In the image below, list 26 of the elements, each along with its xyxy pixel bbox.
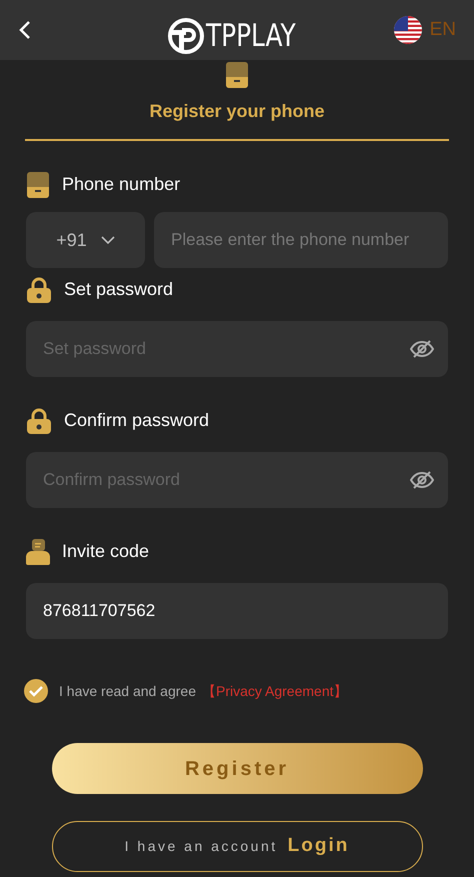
- invite-code-field[interactable]: 876811707562: [26, 583, 448, 639]
- login-button[interactable]: I have an account Login: [52, 821, 422, 872]
- field-label: Invite code: [62, 540, 150, 563]
- phone-icon: [26, 172, 50, 198]
- account-prompt-text: I have an account: [124, 837, 278, 856]
- eye-off-icon[interactable]: [410, 470, 434, 490]
- back-icon[interactable]: [18, 20, 32, 40]
- login-link[interactable]: Login: [288, 832, 350, 861]
- eye-off-icon[interactable]: [410, 339, 434, 359]
- flag-icon[interactable]: [394, 16, 422, 44]
- country-code-dropdown[interactable]: +91: [26, 212, 145, 268]
- chevron-down-icon: [100, 236, 115, 244]
- field-label: Set password: [64, 278, 174, 301]
- logo-text: TPPLAY: [206, 17, 296, 56]
- field-label: Confirm password: [64, 409, 210, 432]
- lock-icon: [26, 276, 52, 302]
- agree-checkbox[interactable]: [24, 679, 48, 703]
- check-icon: [29, 685, 43, 697]
- agreement-text: I have read and agree: [59, 682, 196, 701]
- logo-icon: [168, 18, 204, 54]
- lock-icon: [26, 408, 52, 434]
- phone-number-input[interactable]: Please enter the phone number: [154, 212, 448, 268]
- field-label: Phone number: [62, 173, 180, 196]
- phone-icon: [225, 62, 249, 88]
- person-icon: [26, 538, 50, 564]
- register-phone-tab[interactable]: Register your phone: [25, 60, 449, 141]
